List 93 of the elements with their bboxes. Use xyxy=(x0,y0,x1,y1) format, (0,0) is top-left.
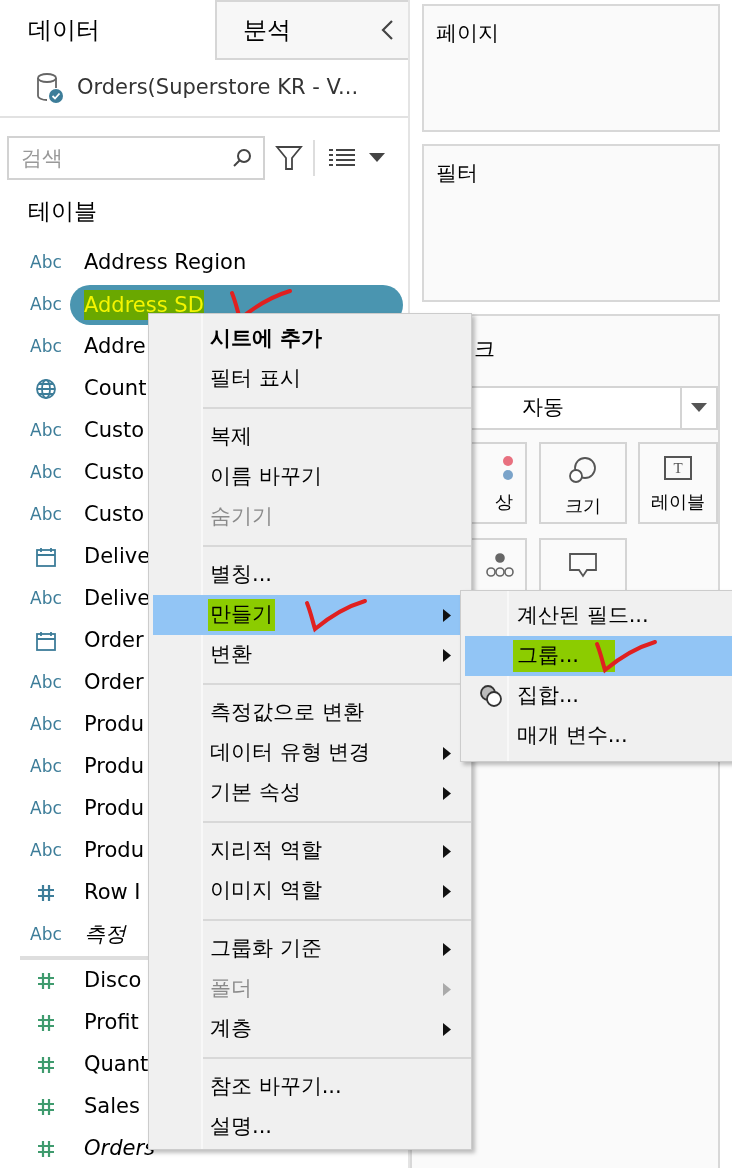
overlapping-circles-icon xyxy=(479,684,503,708)
hash-icon xyxy=(36,1013,56,1033)
type-label: Abc xyxy=(30,503,62,527)
menu-item[interactable]: 설명... xyxy=(153,1107,467,1147)
field-name: Order xyxy=(84,669,144,697)
menu-item[interactable]: 그룹화 기준 xyxy=(153,929,467,969)
menu-label: 그룹화 기준 xyxy=(210,935,322,963)
menu-label: 시트에 추가 xyxy=(210,325,323,353)
menu-label: 이름 바꾸기 xyxy=(210,463,322,491)
hash-icon xyxy=(36,971,56,991)
submenu-arrow-icon xyxy=(443,786,451,800)
filter-icon[interactable] xyxy=(275,144,303,172)
menu-label: 계층 xyxy=(210,1015,252,1043)
menu-label: 기본 속성 xyxy=(210,779,301,807)
menu-item[interactable]: 계산된 필드... xyxy=(465,596,732,636)
field-item[interactable]: Address Region xyxy=(70,243,403,283)
type-label: Abc xyxy=(30,293,62,317)
card-title: 페이지 xyxy=(436,21,499,45)
menu-label: 참조 바꾸기... xyxy=(210,1073,342,1101)
type-label: Abc xyxy=(30,419,62,443)
hash-icon xyxy=(36,1139,56,1159)
data-source-name[interactable]: Orders(Superstore KR - V... xyxy=(77,72,359,104)
menu-label: 설명... xyxy=(210,1113,273,1141)
menu-label: 측정값으로 변환 xyxy=(210,699,364,727)
submenu-arrow-icon xyxy=(443,608,451,622)
submenu-arrow-icon xyxy=(443,746,451,760)
menu-label: 복제 xyxy=(210,423,252,451)
speech-bubble-icon xyxy=(568,552,598,580)
submenu-arrow-icon xyxy=(443,884,451,898)
menu-label: 그룹... xyxy=(513,640,616,672)
list-view-icon[interactable] xyxy=(329,148,355,168)
field-name: Quant xyxy=(84,1051,149,1079)
menu-label: 별칭... xyxy=(210,561,273,589)
hash-icon xyxy=(36,883,56,903)
search-field[interactable]: 검색 xyxy=(7,136,265,180)
menu-item[interactable]: 집합... xyxy=(465,676,732,716)
database-check-icon xyxy=(35,72,65,104)
submenu-arrow-icon xyxy=(443,1022,451,1036)
menu-label: 매개 변수... xyxy=(517,722,628,750)
hash-icon xyxy=(36,1097,56,1117)
text-label-icon: T xyxy=(664,456,692,480)
menu-label: 변환 xyxy=(210,641,252,669)
type-label: Abc xyxy=(30,461,62,485)
check-mark-icon xyxy=(593,638,659,674)
search-icon xyxy=(231,147,253,169)
field-name: Address SD xyxy=(84,290,204,320)
globe-icon xyxy=(35,378,57,400)
caret-icon xyxy=(691,403,707,413)
check-mark-icon xyxy=(303,597,369,633)
hash-icon xyxy=(36,1055,56,1075)
type-label: Abc xyxy=(30,251,62,275)
menu-item[interactable]: 그룹... xyxy=(465,636,732,676)
menu-label: 이미지 역할 xyxy=(210,877,322,905)
dots-icon xyxy=(485,552,515,578)
card-title: 크 xyxy=(474,336,495,363)
card-title: 필터 xyxy=(436,161,478,185)
menu-item[interactable]: 별칭... xyxy=(153,555,467,595)
panel-tab[interactable]: 분석 xyxy=(215,0,408,60)
menu-item[interactable]: 이미지 역할 xyxy=(153,871,467,911)
menu-label: 계산된 필드... xyxy=(517,602,649,630)
menu-item[interactable]: 기본 속성 xyxy=(153,773,467,813)
type-label: Abc xyxy=(30,671,62,695)
section-title: 테이블 xyxy=(28,196,97,226)
submenu-arrow-icon xyxy=(443,982,451,996)
menu-item[interactable]: 지리적 역할 xyxy=(153,831,467,871)
type-label: Abc xyxy=(30,755,62,779)
submenu-arrow-icon xyxy=(443,648,451,662)
submenu-arrow-icon xyxy=(443,942,451,956)
type-label: Abc xyxy=(30,797,62,821)
label-mark-button[interactable]: T 레이블 xyxy=(638,442,718,524)
menu-label: 숨기기 xyxy=(210,503,273,531)
size-mark-button[interactable]: 크기 xyxy=(539,442,627,524)
calendar-icon xyxy=(35,546,57,568)
color-dots-icon xyxy=(503,456,513,480)
submenu-arrow-icon xyxy=(443,844,451,858)
calendar-icon xyxy=(35,630,57,652)
menu-label: 집합... xyxy=(517,682,580,710)
menu-item[interactable]: 참조 바꾸기... xyxy=(153,1067,467,1107)
menu-item[interactable]: 계층 xyxy=(153,1009,467,1049)
menu-item[interactable]: 매개 변수... xyxy=(465,716,732,756)
menu-label: 만들기 xyxy=(208,599,275,631)
menu-label: 필터 표시 xyxy=(210,365,301,393)
type-label: Abc xyxy=(30,839,62,863)
type-label: Abc xyxy=(30,587,62,611)
caret-icon[interactable] xyxy=(369,153,385,163)
menu-label: 폴더 xyxy=(210,975,252,1003)
type-label: Abc xyxy=(30,923,62,947)
type-label: Abc xyxy=(30,335,62,359)
size-circles-icon xyxy=(568,456,598,484)
menu-label: 데이터 유형 변경 xyxy=(210,739,371,767)
field-name: Address Region xyxy=(84,249,247,277)
menu-label: 지리적 역할 xyxy=(210,837,322,865)
type-label: Abc xyxy=(30,713,62,737)
